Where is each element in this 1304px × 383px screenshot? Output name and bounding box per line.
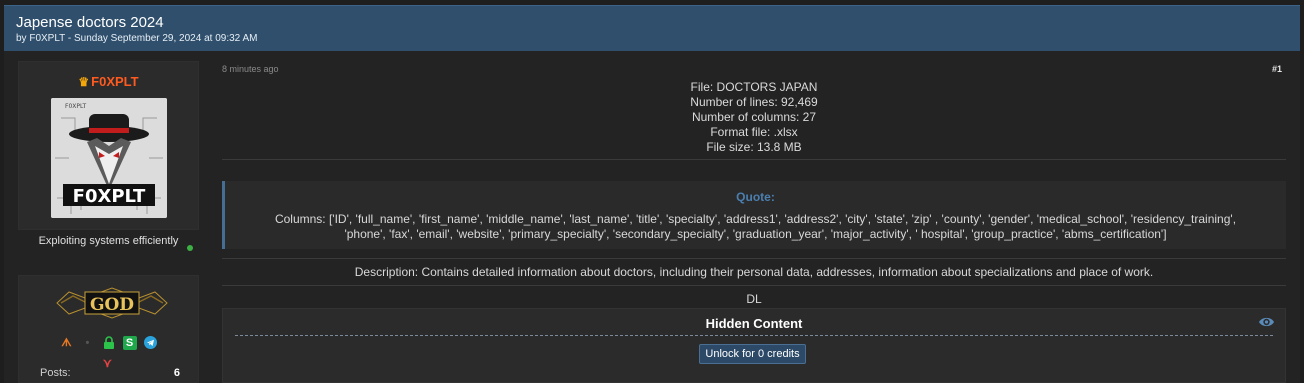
avatar-small-text: F0XPLT xyxy=(65,103,87,110)
file-info-line: Number of lines: 92,469 xyxy=(690,95,818,109)
dot-icon[interactable]: • xyxy=(80,336,94,350)
avatar-image: F0XPLT F0XPLT xyxy=(51,98,167,218)
dl-label: DL xyxy=(746,292,762,306)
lock-icon[interactable] xyxy=(102,336,116,350)
stat-posts: Posts: 6 xyxy=(40,367,180,379)
post-content: 8 minutes ago #1 File: DOCTORS JAPAN Num… xyxy=(222,51,1300,383)
file-info: File: DOCTORS JAPAN Number of lines: 92,… xyxy=(222,80,1286,155)
avatar-text: F0XPLT xyxy=(73,186,146,207)
award-icon[interactable]: ᗑ xyxy=(59,336,73,350)
user-column: ♛ F0XPLT F0XPLT F0XPLT Exploiting system… xyxy=(18,61,199,383)
quote-body: Columns: ['ID', 'full_name', 'first_name… xyxy=(245,212,1266,242)
post: ♛ F0XPLT F0XPLT F0XPLT Exploiting system… xyxy=(4,51,1300,383)
thread-header: Japense doctors 2024 by F0XPLT - Sunday … xyxy=(4,5,1300,51)
dashed-divider xyxy=(235,335,1273,336)
user-tagline: Exploiting systems efficiently xyxy=(18,233,199,269)
crown-icon: ♛ xyxy=(78,75,90,89)
tagline-text: Exploiting systems efficiently xyxy=(38,235,179,247)
username-label: F0XPLT xyxy=(91,74,139,89)
stat-value: 6 xyxy=(173,367,180,379)
quote-line: Columns: ['ID', 'full_name', 'first_name… xyxy=(274,212,1237,226)
file-info-line: File size: 13.8 MB xyxy=(706,140,802,154)
quote-block: Quote: Columns: ['ID', 'full_name', 'fir… xyxy=(222,181,1286,249)
user-card: ♛ F0XPLT F0XPLT F0XPLT xyxy=(18,61,199,230)
online-status-icon xyxy=(187,245,193,251)
eye-icon[interactable] xyxy=(1258,315,1275,329)
telegram-icon[interactable] xyxy=(144,336,158,350)
hidden-content-box: Hidden Content Unlock for 0 credits xyxy=(222,308,1286,383)
file-info-line: File: DOCTORS JAPAN xyxy=(690,80,818,94)
divider xyxy=(222,159,1286,160)
hidden-content-title: Hidden Content xyxy=(705,316,803,331)
thread-meta: by F0XPLT - Sunday September 29, 2024 at… xyxy=(16,33,258,44)
dollar-icon[interactable]: S xyxy=(122,336,137,350)
rank-label: GOD xyxy=(90,295,134,315)
avatar[interactable]: F0XPLT F0XPLT xyxy=(51,98,167,218)
quote-title: Quote: xyxy=(736,190,775,204)
post-number-link[interactable]: #1 xyxy=(1272,64,1282,74)
quote-line: 'phone', 'fax', 'email', 'website', 'pri… xyxy=(344,227,1167,241)
thread-title: Japense doctors 2024 xyxy=(16,14,164,31)
stat-label: Posts: xyxy=(40,367,71,379)
post-time[interactable]: 8 minutes ago xyxy=(222,64,279,74)
badge-row: ᗑ • S xyxy=(19,336,198,350)
file-info-line: Number of columns: 27 xyxy=(691,110,817,124)
file-info-line: Format file: .xlsx xyxy=(710,125,798,139)
unlock-button[interactable]: Unlock for 0 credits xyxy=(699,344,806,364)
rank-banner: GOD xyxy=(56,287,168,319)
username-link[interactable]: ♛ F0XPLT xyxy=(19,74,198,89)
description: Description: Contains detailed informati… xyxy=(222,258,1286,286)
